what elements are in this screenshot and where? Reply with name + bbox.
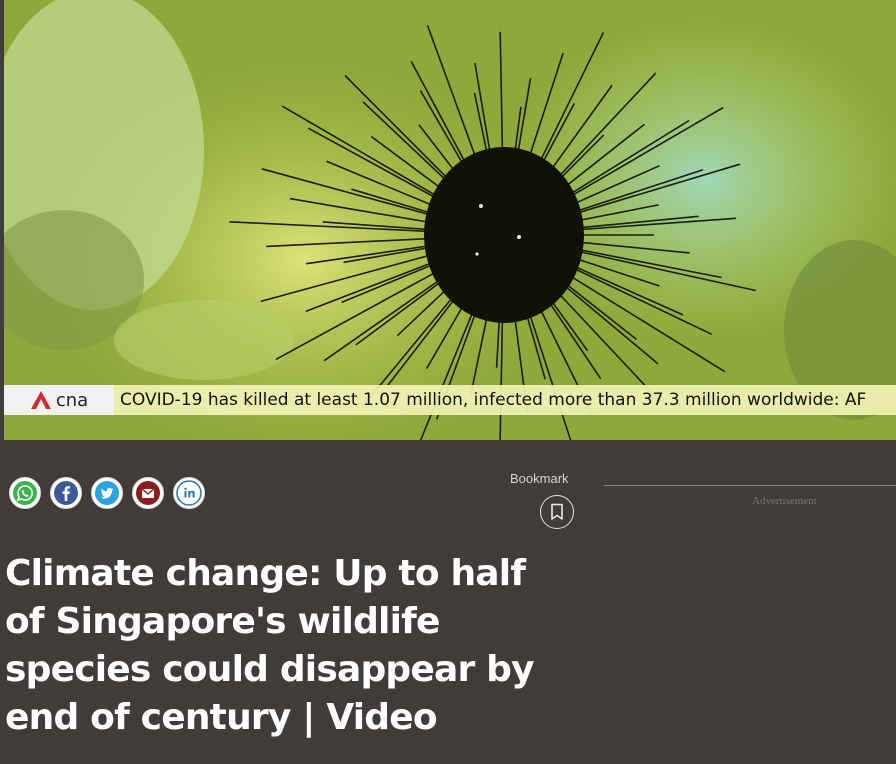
facebook-share-button[interactable] [50,477,82,509]
video-frame [4,0,896,440]
whatsapp-share-button[interactable] [9,477,41,509]
facebook-icon [54,481,78,505]
bookmark-label: Bookmark [510,471,569,486]
advertisement-label: Advertisement [752,495,817,507]
linkedin-icon [176,480,202,506]
twitter-share-button[interactable] [91,477,123,509]
bookmark-icon [551,503,563,520]
whatsapp-icon [13,481,37,505]
advertisement-divider [604,485,896,486]
twitter-icon [95,481,119,505]
email-share-button[interactable] [132,477,164,509]
ticker-bar: COVID-19 has killed at least 1.07 millio… [114,385,896,415]
article-title: Climate change: Up to half of Singapore'… [5,553,535,738]
bookmark-button[interactable] [540,495,574,529]
ticker-text: COVID-19 has killed at least 1.07 millio… [120,390,867,410]
linkedin-share-button[interactable] [173,477,205,509]
cna-logo-text: cna [55,389,89,411]
news-ticker: cna COVID-19 has killed at least 1.07 mi… [4,384,896,416]
cna-logo: cna [4,385,114,415]
cna-logo-icon [30,391,51,409]
share-bar [9,477,205,509]
mail-icon [136,481,160,505]
video-player[interactable]: cna COVID-19 has killed at least 1.07 mi… [4,0,896,440]
